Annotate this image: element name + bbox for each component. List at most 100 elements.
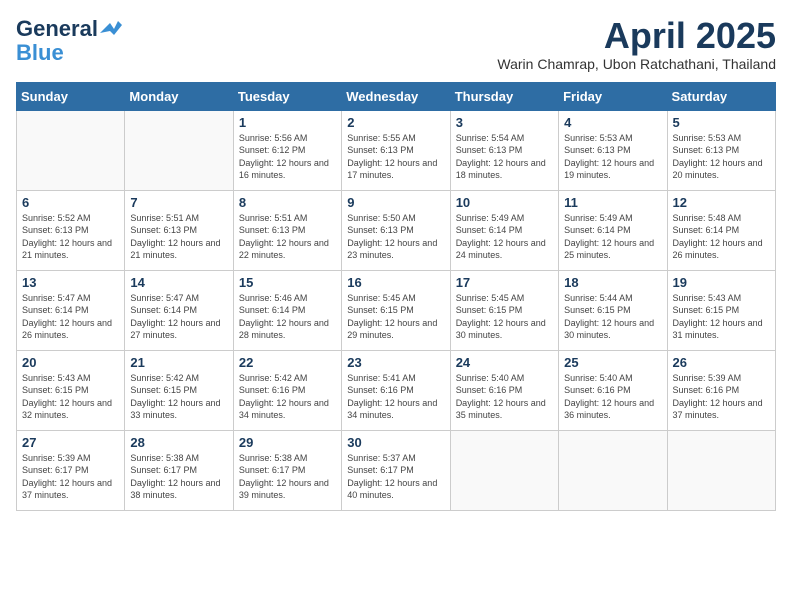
calendar-cell: 18 Sunrise: 5:44 AM Sunset: 6:15 PM Dayli… — [559, 270, 667, 350]
calendar-cell: 9Sunrise: 5:50 AM Sunset: 6:13 PM Daylig… — [342, 190, 450, 270]
calendar-body: 1 Sunrise: 5:56 AM Sunset: 6:12 PM Daylig… — [17, 110, 776, 510]
calendar-cell: 10Sunrise: 5:49 AM Sunset: 6:14 PM Dayli… — [450, 190, 558, 270]
calendar-cell: 7 Sunrise: 5:51 AM Sunset: 6:13 PM Daylig… — [125, 190, 233, 270]
day-info: Sunrise: 5:51 AM Sunset: 6:13 PM Dayligh… — [239, 212, 336, 262]
day-number: 11 — [564, 195, 661, 210]
logo-bird-icon — [100, 19, 122, 35]
page-header: General Blue April 2025 Warin Chamrap, U… — [16, 16, 776, 72]
day-number: 15 — [239, 275, 336, 290]
day-number: 21 — [130, 355, 227, 370]
day-number: 1 — [239, 115, 336, 130]
calendar-cell — [125, 110, 233, 190]
day-info: Sunrise: 5:55 AM Sunset: 6:13 PM Dayligh… — [347, 132, 444, 182]
day-info: Sunrise: 5:47 AM Sunset: 6:14 PM Dayligh… — [130, 292, 227, 342]
day-info: Sunrise: 5:40 AM Sunset: 6:16 PM Dayligh… — [564, 372, 661, 422]
day-number: 25 — [564, 355, 661, 370]
day-info: Sunrise: 5:48 AM Sunset: 6:14 PM Dayligh… — [673, 212, 770, 262]
calendar-cell: 29Sunrise: 5:38 AM Sunset: 6:17 PM Dayli… — [233, 430, 341, 510]
calendar-cell: 5 Sunrise: 5:53 AM Sunset: 6:13 PM Daylig… — [667, 110, 775, 190]
day-info: Sunrise: 5:49 AM Sunset: 6:14 PM Dayligh… — [564, 212, 661, 262]
calendar-cell: 11 Sunrise: 5:49 AM Sunset: 6:14 PM Dayli… — [559, 190, 667, 270]
calendar-cell: 21 Sunrise: 5:42 AM Sunset: 6:15 PM Dayli… — [125, 350, 233, 430]
day-info: Sunrise: 5:39 AM Sunset: 6:16 PM Dayligh… — [673, 372, 770, 422]
day-number: 9 — [347, 195, 444, 210]
day-info: Sunrise: 5:38 AM Sunset: 6:17 PM Dayligh… — [130, 452, 227, 502]
week-row-4: 20 Sunrise: 5:43 AM Sunset: 6:15 PM Dayli… — [17, 350, 776, 430]
day-info: Sunrise: 5:37 AM Sunset: 6:17 PM Dayligh… — [347, 452, 444, 502]
day-number: 22 — [239, 355, 336, 370]
day-number: 6 — [22, 195, 119, 210]
calendar-cell: 1 Sunrise: 5:56 AM Sunset: 6:12 PM Daylig… — [233, 110, 341, 190]
day-number: 27 — [22, 435, 119, 450]
day-number: 19 — [673, 275, 770, 290]
calendar-cell: 13Sunrise: 5:47 AM Sunset: 6:14 PM Dayli… — [17, 270, 125, 350]
logo-text-blue: Blue — [16, 40, 64, 65]
day-number: 18 — [564, 275, 661, 290]
day-number: 7 — [130, 195, 227, 210]
calendar-cell: 17 Sunrise: 5:45 AM Sunset: 6:15 PM Dayli… — [450, 270, 558, 350]
day-info: Sunrise: 5:45 AM Sunset: 6:15 PM Dayligh… — [456, 292, 553, 342]
day-number: 26 — [673, 355, 770, 370]
weekday-thursday: Thursday — [450, 82, 558, 110]
day-number: 17 — [456, 275, 553, 290]
day-number: 24 — [456, 355, 553, 370]
calendar-cell: 3 Sunrise: 5:54 AM Sunset: 6:13 PM Daylig… — [450, 110, 558, 190]
day-info: Sunrise: 5:47 AM Sunset: 6:14 PM Dayligh… — [22, 292, 119, 342]
logo: General Blue — [16, 16, 122, 66]
calendar-cell: 28Sunrise: 5:38 AM Sunset: 6:17 PM Dayli… — [125, 430, 233, 510]
day-info: Sunrise: 5:42 AM Sunset: 6:15 PM Dayligh… — [130, 372, 227, 422]
calendar-cell: 2 Sunrise: 5:55 AM Sunset: 6:13 PM Daylig… — [342, 110, 450, 190]
calendar-cell: 20 Sunrise: 5:43 AM Sunset: 6:15 PM Dayli… — [17, 350, 125, 430]
day-number: 10 — [456, 195, 553, 210]
calendar-cell: 19 Sunrise: 5:43 AM Sunset: 6:15 PM Dayli… — [667, 270, 775, 350]
day-info: Sunrise: 5:40 AM Sunset: 6:16 PM Dayligh… — [456, 372, 553, 422]
calendar-cell: 30 Sunrise: 5:37 AM Sunset: 6:17 PM Dayli… — [342, 430, 450, 510]
weekday-friday: Friday — [559, 82, 667, 110]
day-info: Sunrise: 5:43 AM Sunset: 6:15 PM Dayligh… — [22, 372, 119, 422]
week-row-3: 13Sunrise: 5:47 AM Sunset: 6:14 PM Dayli… — [17, 270, 776, 350]
day-number: 30 — [347, 435, 444, 450]
day-info: Sunrise: 5:53 AM Sunset: 6:13 PM Dayligh… — [564, 132, 661, 182]
weekday-monday: Monday — [125, 82, 233, 110]
location-title: Warin Chamrap, Ubon Ratchathani, Thailan… — [497, 56, 776, 72]
day-number: 8 — [239, 195, 336, 210]
day-number: 5 — [673, 115, 770, 130]
day-number: 4 — [564, 115, 661, 130]
calendar-cell — [17, 110, 125, 190]
calendar-cell — [667, 430, 775, 510]
calendar-cell — [450, 430, 558, 510]
week-row-1: 1 Sunrise: 5:56 AM Sunset: 6:12 PM Daylig… — [17, 110, 776, 190]
day-info: Sunrise: 5:42 AM Sunset: 6:16 PM Dayligh… — [239, 372, 336, 422]
week-row-5: 27 Sunrise: 5:39 AM Sunset: 6:17 PM Dayli… — [17, 430, 776, 510]
day-number: 3 — [456, 115, 553, 130]
week-row-2: 6Sunrise: 5:52 AM Sunset: 6:13 PM Daylig… — [17, 190, 776, 270]
month-title: April 2025 — [497, 16, 776, 56]
weekday-saturday: Saturday — [667, 82, 775, 110]
calendar-cell — [559, 430, 667, 510]
calendar-cell: 4 Sunrise: 5:53 AM Sunset: 6:13 PM Daylig… — [559, 110, 667, 190]
day-number: 12 — [673, 195, 770, 210]
day-info: Sunrise: 5:56 AM Sunset: 6:12 PM Dayligh… — [239, 132, 336, 182]
day-number: 23 — [347, 355, 444, 370]
day-info: Sunrise: 5:43 AM Sunset: 6:15 PM Dayligh… — [673, 292, 770, 342]
day-info: Sunrise: 5:53 AM Sunset: 6:13 PM Dayligh… — [673, 132, 770, 182]
calendar-cell: 26 Sunrise: 5:39 AM Sunset: 6:16 PM Dayli… — [667, 350, 775, 430]
day-number: 16 — [347, 275, 444, 290]
day-info: Sunrise: 5:39 AM Sunset: 6:17 PM Dayligh… — [22, 452, 119, 502]
day-number: 2 — [347, 115, 444, 130]
weekday-header-row: SundayMondayTuesdayWednesdayThursdayFrid… — [17, 82, 776, 110]
day-info: Sunrise: 5:45 AM Sunset: 6:15 PM Dayligh… — [347, 292, 444, 342]
weekday-sunday: Sunday — [17, 82, 125, 110]
calendar-cell: 23Sunrise: 5:41 AM Sunset: 6:16 PM Dayli… — [342, 350, 450, 430]
day-info: Sunrise: 5:54 AM Sunset: 6:13 PM Dayligh… — [456, 132, 553, 182]
day-number: 14 — [130, 275, 227, 290]
calendar-cell: 22 Sunrise: 5:42 AM Sunset: 6:16 PM Dayli… — [233, 350, 341, 430]
calendar-cell: 12 Sunrise: 5:48 AM Sunset: 6:14 PM Dayli… — [667, 190, 775, 270]
title-area: April 2025 Warin Chamrap, Ubon Ratchatha… — [497, 16, 776, 72]
day-info: Sunrise: 5:44 AM Sunset: 6:15 PM Dayligh… — [564, 292, 661, 342]
day-number: 20 — [22, 355, 119, 370]
weekday-tuesday: Tuesday — [233, 82, 341, 110]
calendar-cell: 14 Sunrise: 5:47 AM Sunset: 6:14 PM Dayli… — [125, 270, 233, 350]
day-info: Sunrise: 5:51 AM Sunset: 6:13 PM Dayligh… — [130, 212, 227, 262]
day-info: Sunrise: 5:38 AM Sunset: 6:17 PM Dayligh… — [239, 452, 336, 502]
